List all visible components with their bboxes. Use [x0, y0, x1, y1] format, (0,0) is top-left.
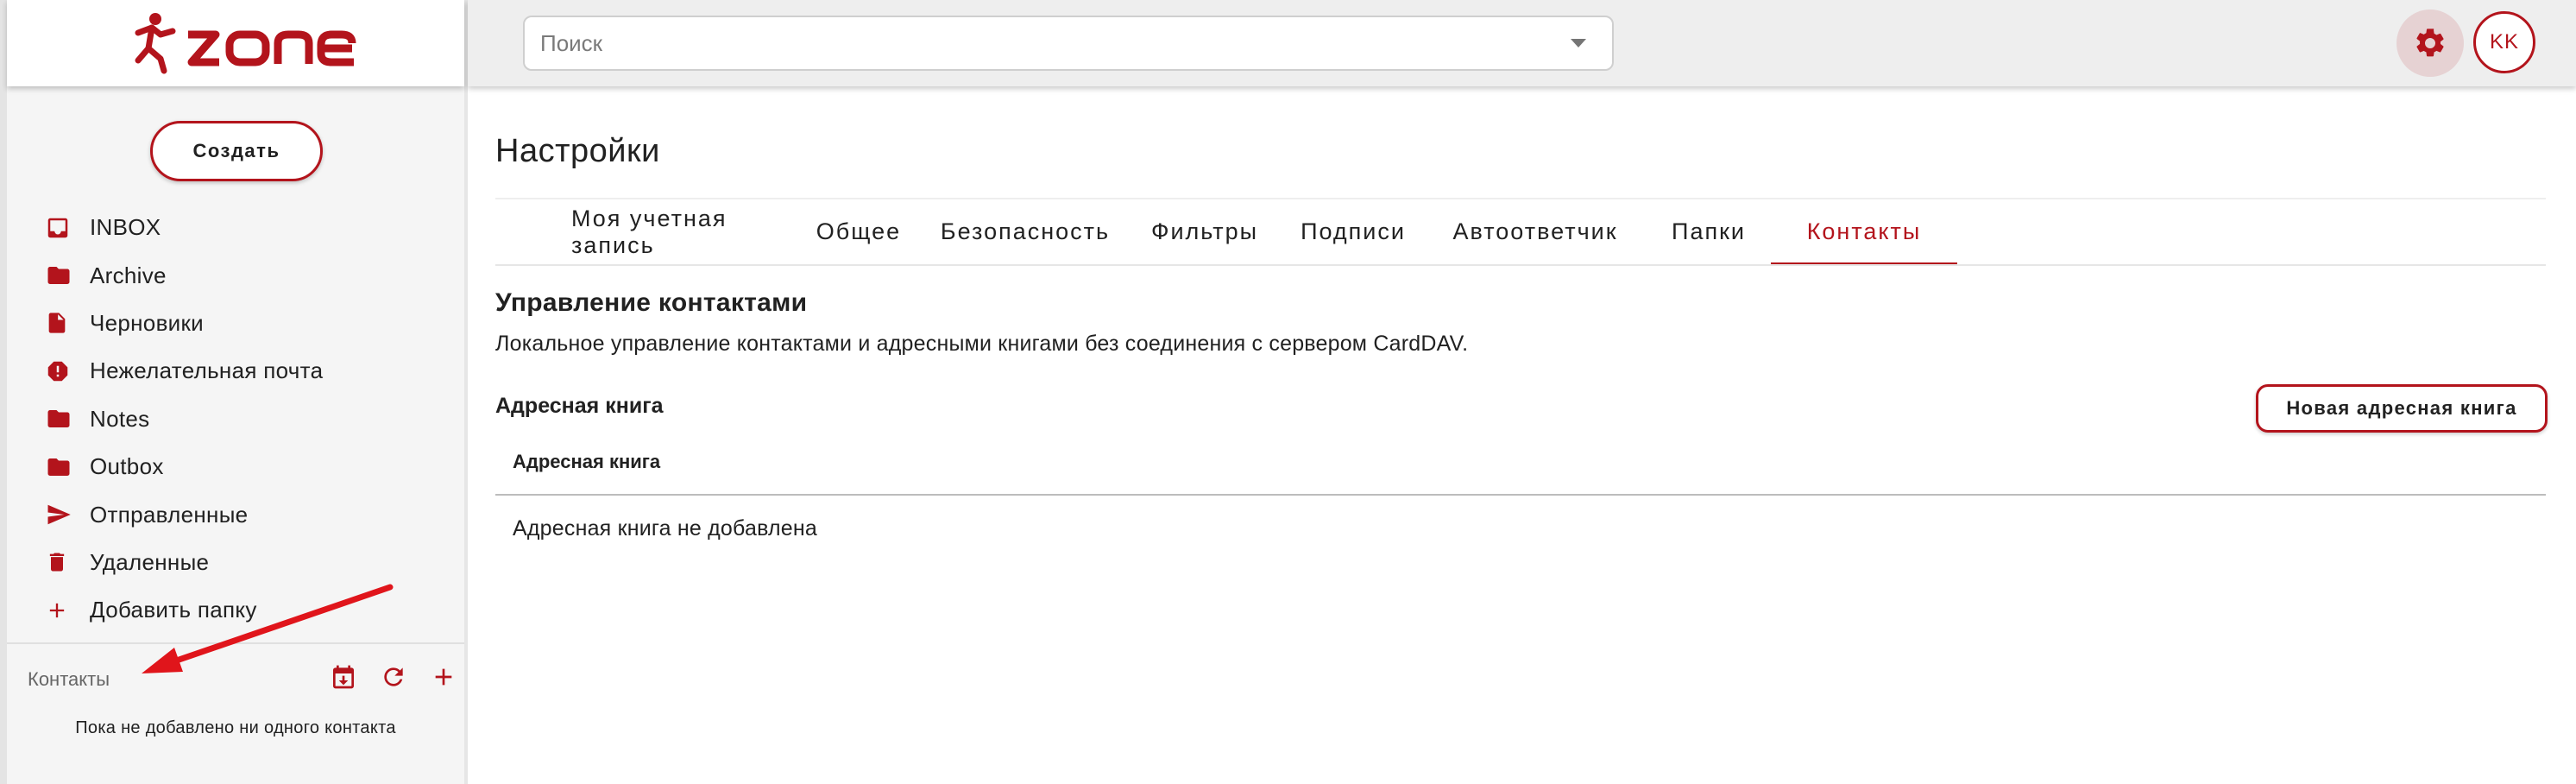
folder-item-spam[interactable]: Нежелательная почта [40, 347, 454, 395]
folder-label: Отправленные [90, 501, 249, 528]
page-title: Настройки [495, 133, 660, 169]
tab-autoresponder[interactable]: Автоответчик [1438, 199, 1633, 264]
contacts-section-label: Контакты [28, 668, 110, 690]
avatar[interactable]: KK [2473, 11, 2535, 73]
folder-label: Удаленные [90, 548, 210, 575]
send-icon [45, 500, 83, 529]
settings-tabs: Моя учетная запись Общее Безопасность Фи… [495, 199, 1957, 266]
tab-general[interactable]: Общее [808, 199, 910, 264]
top-bar: Поиск KK [468, 0, 2576, 86]
chevron-down-icon[interactable] [1571, 39, 1586, 47]
logo-bar [7, 0, 464, 86]
folder-label: Archive [90, 262, 167, 288]
folder-icon [45, 261, 83, 290]
create-button[interactable]: Создать [150, 121, 323, 181]
folder-item-inbox[interactable]: INBOX [40, 204, 454, 251]
tab-security[interactable]: Безопасность [934, 199, 1117, 264]
addressbook-empty-message: Адресная книга не добавлена [513, 516, 817, 541]
folder-item-archive[interactable]: Archive [40, 251, 454, 299]
folder-icon [45, 452, 83, 482]
addressbook-table-header: Адресная книга [513, 451, 661, 472]
sidebar-edge [0, 0, 7, 784]
folder-label: Notes [90, 405, 150, 432]
annotation-arrow [142, 584, 394, 673]
gear-icon [2416, 28, 2444, 57]
addressbook-table-divider [495, 494, 2546, 496]
zone-logo[interactable] [126, 9, 368, 78]
folder-item-drafts[interactable]: Черновики [40, 300, 454, 347]
trash-icon [45, 547, 83, 577]
add-contact-icon[interactable] [428, 661, 459, 692]
tab-signatures[interactable]: Подписи [1293, 199, 1414, 264]
folder-label: Нежелательная почта [90, 357, 324, 384]
section-title: Управление контактами [495, 288, 808, 317]
contacts-empty-message: Пока не добавлено ни одного контакта [75, 718, 396, 737]
tab-folders[interactable]: Папки [1657, 199, 1760, 264]
spam-icon [45, 357, 83, 386]
section-description: Локальное управление контактами и адресн… [495, 332, 1469, 356]
search-placeholder: Поиск [540, 29, 603, 56]
folder-icon [45, 404, 83, 433]
folder-label: Outbox [90, 453, 164, 480]
new-addressbook-button[interactable]: Новая адресная книга [2256, 384, 2548, 433]
inbox-icon [45, 213, 83, 243]
tabs-divider-bottom [495, 264, 2546, 266]
addressbook-label: Адресная книга [495, 394, 664, 418]
search-input[interactable]: Поиск [523, 16, 1614, 71]
sidebar: Создать INBOX Archive Черновики Нежелате… [0, 0, 468, 784]
tab-contacts[interactable]: Контакты [1771, 199, 1957, 266]
folder-item-sent[interactable]: Отправленные [40, 490, 454, 538]
settings-button[interactable] [2396, 9, 2464, 77]
folder-list: INBOX Archive Черновики Нежелательная по… [40, 204, 454, 635]
plus-icon [45, 596, 83, 625]
folder-item-notes[interactable]: Notes [40, 395, 454, 443]
tab-my-account[interactable]: Моя учетная запись [571, 199, 784, 264]
folder-item-outbox[interactable]: Outbox [40, 443, 454, 490]
draft-icon [45, 308, 83, 338]
folder-label: Черновики [90, 309, 205, 336]
folder-label: INBOX [90, 214, 161, 241]
tab-filters[interactable]: Фильтры [1141, 199, 1269, 264]
